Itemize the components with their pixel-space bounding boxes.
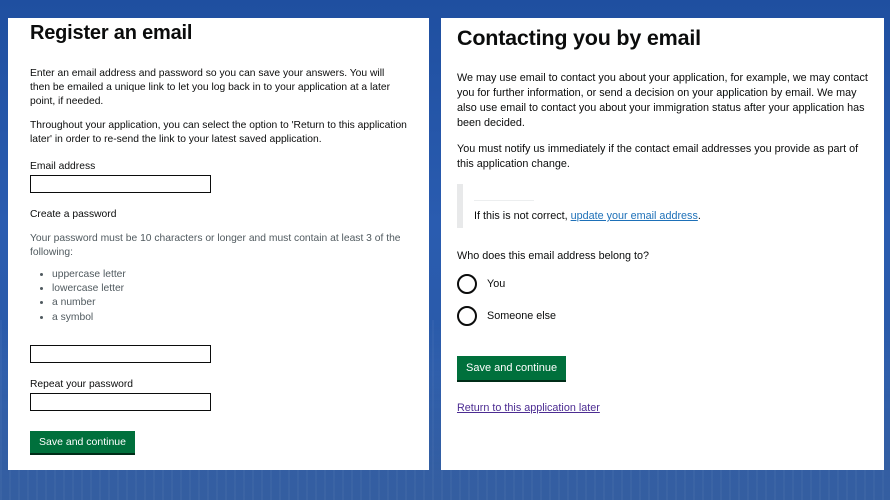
inset-suffix: . bbox=[697, 210, 701, 222]
return-later-link[interactable]: Return to this application later bbox=[457, 402, 600, 414]
contact-paragraph: We may use email to contact you about yo… bbox=[457, 72, 868, 129]
email-owner-question: Who does this email address belong to? bbox=[457, 250, 650, 262]
password-rule: uppercase letter bbox=[52, 268, 407, 282]
radio-button[interactable] bbox=[457, 306, 477, 326]
register-return-info: Throughout your application, you can sel… bbox=[30, 120, 407, 145]
notify-paragraph: You must notify us immediately if the co… bbox=[457, 143, 859, 170]
password-field[interactable] bbox=[30, 344, 211, 363]
password-rule: a symbol bbox=[52, 311, 407, 325]
repeat-password-field[interactable] bbox=[30, 392, 211, 411]
contact-title: Contacting you by email bbox=[457, 26, 701, 50]
email-inset: If this is not correct, update your emai… bbox=[457, 184, 868, 228]
inset-text: If this is not correct, bbox=[474, 210, 571, 222]
save-and-continue-button[interactable]: Save and continue bbox=[457, 356, 567, 380]
radio-option-someone-else[interactable]: Someone else bbox=[457, 306, 868, 326]
email-placeholder-line bbox=[474, 194, 868, 206]
email-field[interactable] bbox=[30, 175, 211, 193]
email-label: Email address bbox=[30, 161, 96, 172]
radio-label[interactable]: Someone else bbox=[487, 310, 556, 322]
password-rules-list: uppercase letter lowercase letter a numb… bbox=[30, 268, 407, 325]
radio-option-you[interactable]: You bbox=[457, 274, 868, 294]
register-intro: Enter an email address and password so y… bbox=[30, 68, 391, 107]
register-title: Register an email bbox=[30, 22, 193, 44]
password-label: Create a password bbox=[30, 209, 117, 220]
radio-button[interactable] bbox=[457, 274, 477, 294]
save-and-continue-button[interactable]: Save and continue bbox=[30, 430, 135, 453]
contact-email-panel: Contacting you by email We may use email… bbox=[441, 18, 884, 470]
password-rule: lowercase letter bbox=[52, 282, 407, 296]
repeat-password-label: Repeat your password bbox=[30, 378, 134, 390]
register-email-panel: Register an email Enter an email address… bbox=[8, 18, 429, 470]
update-email-link[interactable]: update your email address bbox=[571, 210, 698, 222]
password-rule: a number bbox=[52, 296, 407, 310]
password-hint: Your password must be 10 characters or l… bbox=[30, 233, 401, 258]
radio-label[interactable]: You bbox=[487, 278, 505, 290]
